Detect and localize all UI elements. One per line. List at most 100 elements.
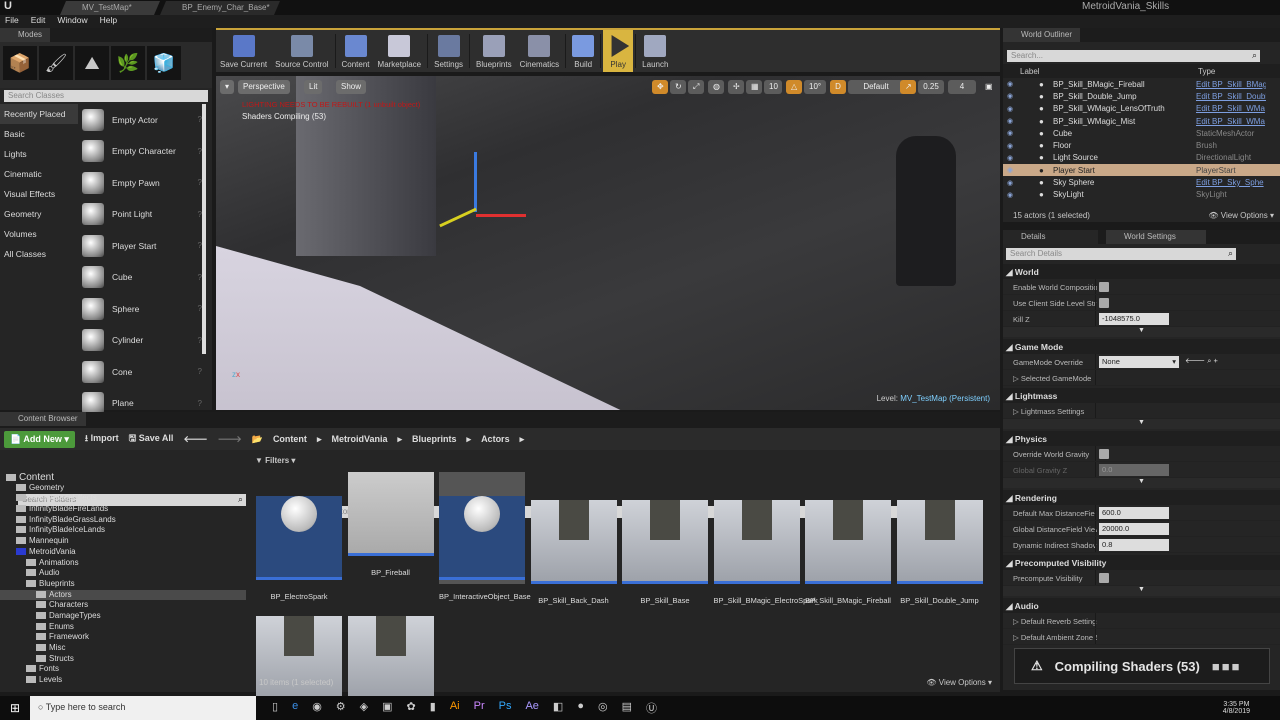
expand-advanced-icon[interactable]: ▼ [1003, 419, 1280, 429]
perspective-button[interactable]: Perspective [238, 80, 290, 94]
windows-start-icon[interactable]: ⊞ [0, 701, 30, 715]
visibility-eye-icon[interactable]: ◉ [1007, 129, 1019, 137]
viewport-options-dropdown[interactable]: ▾ [220, 80, 234, 94]
folder-tree-item[interactable]: Audio [0, 568, 246, 579]
place-mode-icon[interactable]: 📦 [3, 46, 37, 80]
expand-advanced-icon[interactable]: ▼ [1003, 478, 1280, 488]
asset-tile[interactable]: BP_Skill_Back_Dash [530, 472, 617, 605]
add-new-button[interactable]: 📄 Add New ▾ [4, 430, 75, 448]
lit-button[interactable]: Lit [304, 80, 323, 94]
folder-tree-item[interactable]: InfinityBladeFireLands [0, 504, 246, 515]
view-options-button[interactable]: 👁 View Options ▾ [1208, 211, 1274, 220]
scrollbar[interactable] [202, 104, 206, 354]
surface-snap-icon[interactable]: ✢ [728, 80, 744, 94]
grid-size[interactable]: 10 [764, 80, 782, 94]
section-game-mode[interactable]: ◢ Game Mode [1003, 339, 1280, 354]
kill-z-input[interactable]: -1048575.0 [1099, 313, 1169, 325]
build-button[interactable]: Build [568, 30, 598, 72]
category-all-classes[interactable]: All Classes [0, 244, 78, 264]
app-icon[interactable]: ◈ [360, 700, 368, 716]
folder-tree-item[interactable]: Animations [0, 558, 246, 569]
app-icon[interactable]: ▤ [622, 700, 632, 716]
visibility-eye-icon[interactable]: ◉ [1007, 105, 1019, 113]
folder-tree-item[interactable]: Framework [0, 632, 246, 643]
category-lights[interactable]: Lights [0, 144, 78, 164]
type-column-header[interactable]: Type [1198, 67, 1215, 76]
visibility-eye-icon[interactable]: ◉ [1007, 166, 1019, 174]
folder-tree-item[interactable]: Geometry [0, 483, 246, 494]
camera-speed-value[interactable]: 4 [948, 80, 976, 94]
category-volumes[interactable]: Volumes [0, 224, 78, 244]
save-current-button[interactable]: Save Current [216, 30, 271, 72]
help-icon[interactable]: ? [198, 399, 202, 408]
class-item[interactable]: Empty Character? [78, 136, 212, 168]
show-button[interactable]: Show [336, 80, 367, 94]
gizmo-x-axis[interactable] [476, 214, 526, 217]
folder-tree-item[interactable]: Misc [0, 643, 246, 654]
app-icon[interactable]: ▮ [430, 700, 436, 716]
app-icon[interactable]: ▣ [382, 700, 392, 716]
menu-edit[interactable]: Edit [31, 15, 46, 28]
visibility-eye-icon[interactable]: ◉ [1007, 179, 1019, 187]
folder-tree-item[interactable]: InfinityBladeIceLands [0, 525, 246, 536]
category-recently-placed[interactable]: Recently Placed [0, 104, 78, 124]
outliner-row[interactable]: ◉ ● Light Source DirectionalLight [1003, 152, 1280, 164]
actor-type[interactable]: Edit BP_Skill_BMagic [1196, 80, 1266, 89]
asset-tile[interactable]: BP_Skill_Base [622, 472, 708, 605]
content-button[interactable]: Content [338, 30, 374, 72]
folder-tree-item[interactable]: Structs [0, 654, 246, 665]
global-distance-field-input[interactable]: 20000.0 [1099, 523, 1169, 535]
folder-tree-item[interactable]: DamageTypes [0, 611, 246, 622]
world-local-icon[interactable]: ◍ [708, 80, 724, 94]
folder-tree-item[interactable]: Content [0, 472, 246, 483]
breadcrumb-metroidvania[interactable]: MetroidVania [331, 434, 387, 444]
search-classes-input[interactable]: Search Classes [4, 90, 208, 102]
after-effects-icon[interactable]: Ae [525, 700, 538, 716]
gizmo-y-axis[interactable] [439, 207, 477, 228]
asset-tile[interactable]: BP_Skill_BMagic_Fireball [805, 472, 891, 605]
class-item[interactable]: Empty Actor? [78, 104, 212, 136]
camera-preset[interactable]: Default [848, 80, 904, 94]
blueprints-button[interactable]: Blueprints [472, 30, 516, 72]
asset-tile[interactable]: BP_Skill_BMagic_ElectroSpark [713, 472, 818, 605]
play-button[interactable]: Play [603, 30, 634, 72]
world-settings-tab[interactable]: World Settings [1106, 230, 1206, 244]
asset-tile[interactable]: BP_ElectroSpark [256, 472, 342, 601]
search-details-input[interactable]: Search Details ⌕ [1006, 248, 1236, 260]
save-all-button[interactable]: 🖫 Save All [129, 431, 174, 447]
gizmo-z-axis[interactable] [474, 152, 477, 212]
settings-button[interactable]: Settings [430, 30, 467, 72]
expand-advanced-icon[interactable]: ▼ [1003, 327, 1280, 337]
class-item[interactable]: Cone? [78, 356, 212, 388]
visibility-eye-icon[interactable]: ◉ [1007, 142, 1019, 150]
folder-tree-item[interactable]: Levels [0, 675, 246, 686]
menu-help[interactable]: Help [100, 15, 117, 28]
outliner-row[interactable]: ◉ ● Cube StaticMeshActor [1003, 127, 1280, 139]
expand-advanced-icon[interactable]: ▼ [1003, 586, 1280, 596]
breadcrumb-content[interactable]: Content [273, 434, 307, 444]
precompute-visibility-checkbox[interactable] [1099, 573, 1109, 583]
rotation-snap-icon[interactable]: △ [786, 80, 802, 94]
cb-view-options-button[interactable]: 👁 View Options ▾ [926, 678, 992, 687]
outliner-row[interactable]: ◉ ● BP_Skill_WMagic_Mist Edit BP_Skill_WMa [1003, 115, 1280, 127]
app-icon[interactable]: ◧ [553, 700, 563, 716]
folder-tree-item[interactable]: Characters [0, 600, 246, 611]
marketplace-button[interactable]: Marketplace [374, 30, 426, 72]
folder-tree-item[interactable]: Enums [0, 622, 246, 633]
reverb-settings-expander[interactable]: ▷ Default Reverb Settings [1013, 617, 1097, 626]
details-tab[interactable]: Details [1003, 230, 1098, 244]
category-visual-effects[interactable]: Visual Effects [0, 184, 78, 204]
outliner-row[interactable]: ◉ ● BP_Skill_Double_Jump Edit BP_Skill_Doub… [1003, 90, 1280, 102]
asset-tile[interactable]: BP_Fireball [347, 472, 434, 577]
class-item[interactable]: Cylinder? [78, 325, 212, 357]
folder-tree-item[interactable]: MetroidVania [0, 547, 246, 558]
category-cinematic[interactable]: Cinematic [0, 164, 78, 184]
outliner-row[interactable]: ◉ ● Sky Sphere Edit BP_Sky_Sphe [1003, 176, 1280, 188]
outliner-row[interactable]: ◉ ● Player Start PlayerStart [1003, 164, 1280, 177]
section-audio[interactable]: ◢ Audio [1003, 598, 1280, 613]
forward-arrow-icon[interactable]: 🡒 [218, 434, 242, 445]
dynamic-indirect-shadow-slider[interactable]: 0.8 [1099, 539, 1169, 551]
filters-button[interactable]: ▼ Filters ▾ [255, 456, 295, 465]
folder-tree-item[interactable]: InfinityBladeGrassLands [0, 515, 246, 526]
maximize-icon[interactable]: ▣ [980, 80, 994, 94]
